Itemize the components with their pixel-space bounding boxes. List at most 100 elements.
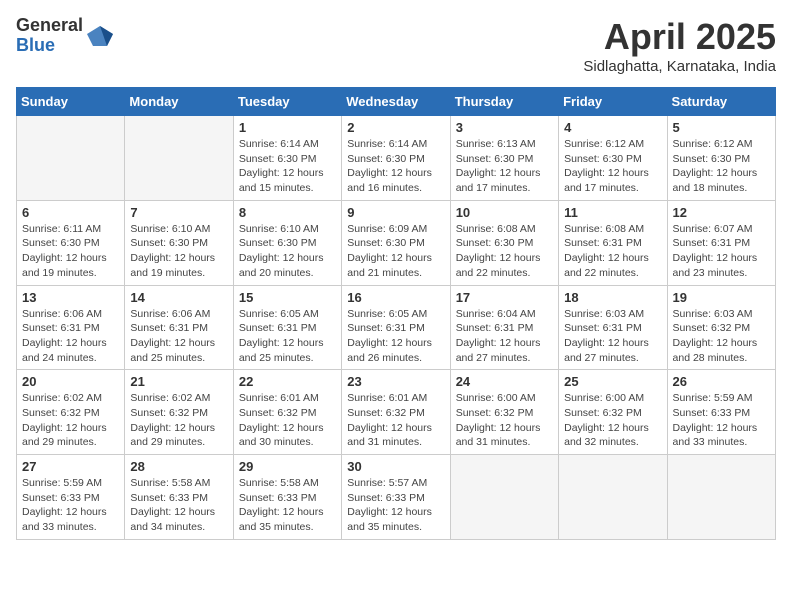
- day-info: Sunrise: 6:00 AM Sunset: 6:32 PM Dayligh…: [456, 391, 553, 450]
- day-cell: 13Sunrise: 6:06 AM Sunset: 6:31 PM Dayli…: [17, 285, 125, 370]
- day-cell: 18Sunrise: 6:03 AM Sunset: 6:31 PM Dayli…: [559, 285, 667, 370]
- weekday-header-wednesday: Wednesday: [342, 88, 450, 116]
- day-info: Sunrise: 6:03 AM Sunset: 6:31 PM Dayligh…: [564, 307, 661, 366]
- day-info: Sunrise: 5:58 AM Sunset: 6:33 PM Dayligh…: [239, 476, 336, 535]
- day-info: Sunrise: 5:57 AM Sunset: 6:33 PM Dayligh…: [347, 476, 444, 535]
- day-info: Sunrise: 6:04 AM Sunset: 6:31 PM Dayligh…: [456, 307, 553, 366]
- day-cell: 4 Sunrise: 6:12 AM Sunset: 6:30 PM Daylig…: [559, 116, 667, 201]
- day-info: Sunrise: 6:12 AM Sunset: 6:30 PM Dayligh…: [673, 137, 770, 196]
- day-cell: 22 Sunrise: 6:01 AM Sunset: 6:32 PM Dayli…: [233, 370, 341, 455]
- day-number: 11: [564, 205, 661, 220]
- day-info: Sunrise: 6:02 AM Sunset: 6:32 PM Dayligh…: [130, 391, 227, 450]
- day-cell: 16Sunrise: 6:05 AM Sunset: 6:31 PM Dayli…: [342, 285, 450, 370]
- day-cell: [559, 455, 667, 540]
- day-cell: 11Sunrise: 6:08 AM Sunset: 6:31 PM Dayli…: [559, 200, 667, 285]
- logo: General Blue: [16, 16, 113, 56]
- day-cell: 1 Sunrise: 6:14 AM Sunset: 6:30 PM Daylig…: [233, 116, 341, 201]
- day-info: Sunrise: 6:13 AM Sunset: 6:30 PM Dayligh…: [456, 137, 553, 196]
- day-cell: 19 Sunrise: 6:03 AM Sunset: 6:32 PM Dayli…: [667, 285, 775, 370]
- day-info: Sunrise: 6:07 AM Sunset: 6:31 PM Dayligh…: [673, 222, 770, 281]
- day-cell: [450, 455, 558, 540]
- weekday-header-saturday: Saturday: [667, 88, 775, 116]
- week-row-4: 20 Sunrise: 6:02 AM Sunset: 6:32 PM Dayli…: [17, 370, 776, 455]
- day-info: Sunrise: 6:02 AM Sunset: 6:32 PM Dayligh…: [22, 391, 119, 450]
- day-number: 23: [347, 374, 444, 389]
- day-cell: 14Sunrise: 6:06 AM Sunset: 6:31 PM Dayli…: [125, 285, 233, 370]
- day-info: Sunrise: 6:14 AM Sunset: 6:30 PM Dayligh…: [239, 137, 336, 196]
- day-number: 4: [564, 120, 661, 135]
- day-info: Sunrise: 6:05 AM Sunset: 6:31 PM Dayligh…: [239, 307, 336, 366]
- day-info: Sunrise: 6:01 AM Sunset: 6:32 PM Dayligh…: [239, 391, 336, 450]
- day-number: 19: [673, 290, 770, 305]
- logo-general: General: [16, 16, 83, 36]
- day-info: Sunrise: 6:03 AM Sunset: 6:32 PM Dayligh…: [673, 307, 770, 366]
- day-cell: 27 Sunrise: 5:59 AM Sunset: 6:33 PM Dayli…: [17, 455, 125, 540]
- day-info: Sunrise: 5:59 AM Sunset: 6:33 PM Dayligh…: [673, 391, 770, 450]
- day-number: 3: [456, 120, 553, 135]
- weekday-header-sunday: Sunday: [17, 88, 125, 116]
- day-number: 7: [130, 205, 227, 220]
- day-cell: 15 Sunrise: 6:05 AM Sunset: 6:31 PM Dayli…: [233, 285, 341, 370]
- day-cell: [125, 116, 233, 201]
- day-cell: 7 Sunrise: 6:10 AM Sunset: 6:30 PM Daylig…: [125, 200, 233, 285]
- week-row-5: 27 Sunrise: 5:59 AM Sunset: 6:33 PM Dayli…: [17, 455, 776, 540]
- day-cell: 5 Sunrise: 6:12 AM Sunset: 6:30 PM Daylig…: [667, 116, 775, 201]
- day-cell: 28Sunrise: 5:58 AM Sunset: 6:33 PM Dayli…: [125, 455, 233, 540]
- day-number: 8: [239, 205, 336, 220]
- day-number: 27: [22, 459, 119, 474]
- day-info: Sunrise: 6:11 AM Sunset: 6:30 PM Dayligh…: [22, 222, 119, 281]
- day-cell: 12 Sunrise: 6:07 AM Sunset: 6:31 PM Dayli…: [667, 200, 775, 285]
- page-header: General Blue April 2025 Sidlaghatta, Kar…: [16, 16, 776, 75]
- day-number: 26: [673, 374, 770, 389]
- weekday-header-row: SundayMondayTuesdayWednesdayThursdayFrid…: [17, 88, 776, 116]
- day-info: Sunrise: 5:59 AM Sunset: 6:33 PM Dayligh…: [22, 476, 119, 535]
- day-cell: 6 Sunrise: 6:11 AM Sunset: 6:30 PM Daylig…: [17, 200, 125, 285]
- month-title: April 2025: [583, 16, 776, 58]
- weekday-header-friday: Friday: [559, 88, 667, 116]
- day-cell: 17Sunrise: 6:04 AM Sunset: 6:31 PM Dayli…: [450, 285, 558, 370]
- day-number: 2: [347, 120, 444, 135]
- day-cell: 24Sunrise: 6:00 AM Sunset: 6:32 PM Dayli…: [450, 370, 558, 455]
- day-cell: 20 Sunrise: 6:02 AM Sunset: 6:32 PM Dayli…: [17, 370, 125, 455]
- day-number: 5: [673, 120, 770, 135]
- day-number: 28: [130, 459, 227, 474]
- day-number: 12: [673, 205, 770, 220]
- calendar-table: SundayMondayTuesdayWednesdayThursdayFrid…: [16, 87, 776, 540]
- day-info: Sunrise: 6:14 AM Sunset: 6:30 PM Dayligh…: [347, 137, 444, 196]
- day-info: Sunrise: 6:12 AM Sunset: 6:30 PM Dayligh…: [564, 137, 661, 196]
- day-number: 25: [564, 374, 661, 389]
- day-number: 10: [456, 205, 553, 220]
- weekday-header-thursday: Thursday: [450, 88, 558, 116]
- day-cell: 29 Sunrise: 5:58 AM Sunset: 6:33 PM Dayli…: [233, 455, 341, 540]
- day-number: 1: [239, 120, 336, 135]
- day-number: 15: [239, 290, 336, 305]
- day-cell: 10 Sunrise: 6:08 AM Sunset: 6:30 PM Dayli…: [450, 200, 558, 285]
- day-cell: 21 Sunrise: 6:02 AM Sunset: 6:32 PM Dayli…: [125, 370, 233, 455]
- day-cell: 8Sunrise: 6:10 AM Sunset: 6:30 PM Daylig…: [233, 200, 341, 285]
- week-row-2: 6 Sunrise: 6:11 AM Sunset: 6:30 PM Daylig…: [17, 200, 776, 285]
- day-number: 14: [130, 290, 227, 305]
- day-info: Sunrise: 6:00 AM Sunset: 6:32 PM Dayligh…: [564, 391, 661, 450]
- day-number: 21: [130, 374, 227, 389]
- day-info: Sunrise: 6:09 AM Sunset: 6:30 PM Dayligh…: [347, 222, 444, 281]
- day-cell: 2 Sunrise: 6:14 AM Sunset: 6:30 PM Daylig…: [342, 116, 450, 201]
- day-number: 6: [22, 205, 119, 220]
- day-cell: [667, 455, 775, 540]
- day-cell: 3 Sunrise: 6:13 AM Sunset: 6:30 PM Daylig…: [450, 116, 558, 201]
- week-row-3: 13Sunrise: 6:06 AM Sunset: 6:31 PM Dayli…: [17, 285, 776, 370]
- day-number: 20: [22, 374, 119, 389]
- logo-text: General Blue: [16, 16, 83, 56]
- day-info: Sunrise: 6:01 AM Sunset: 6:32 PM Dayligh…: [347, 391, 444, 450]
- logo-icon: [85, 24, 113, 48]
- week-row-1: 1 Sunrise: 6:14 AM Sunset: 6:30 PM Daylig…: [17, 116, 776, 201]
- day-number: 9: [347, 205, 444, 220]
- logo-blue: Blue: [16, 36, 83, 56]
- day-info: Sunrise: 6:08 AM Sunset: 6:30 PM Dayligh…: [456, 222, 553, 281]
- day-number: 29: [239, 459, 336, 474]
- day-info: Sunrise: 6:10 AM Sunset: 6:30 PM Dayligh…: [130, 222, 227, 281]
- day-number: 22: [239, 374, 336, 389]
- location-subtitle: Sidlaghatta, Karnataka, India: [583, 58, 776, 75]
- day-info: Sunrise: 6:06 AM Sunset: 6:31 PM Dayligh…: [22, 307, 119, 366]
- day-cell: 26 Sunrise: 5:59 AM Sunset: 6:33 PM Dayli…: [667, 370, 775, 455]
- day-number: 30: [347, 459, 444, 474]
